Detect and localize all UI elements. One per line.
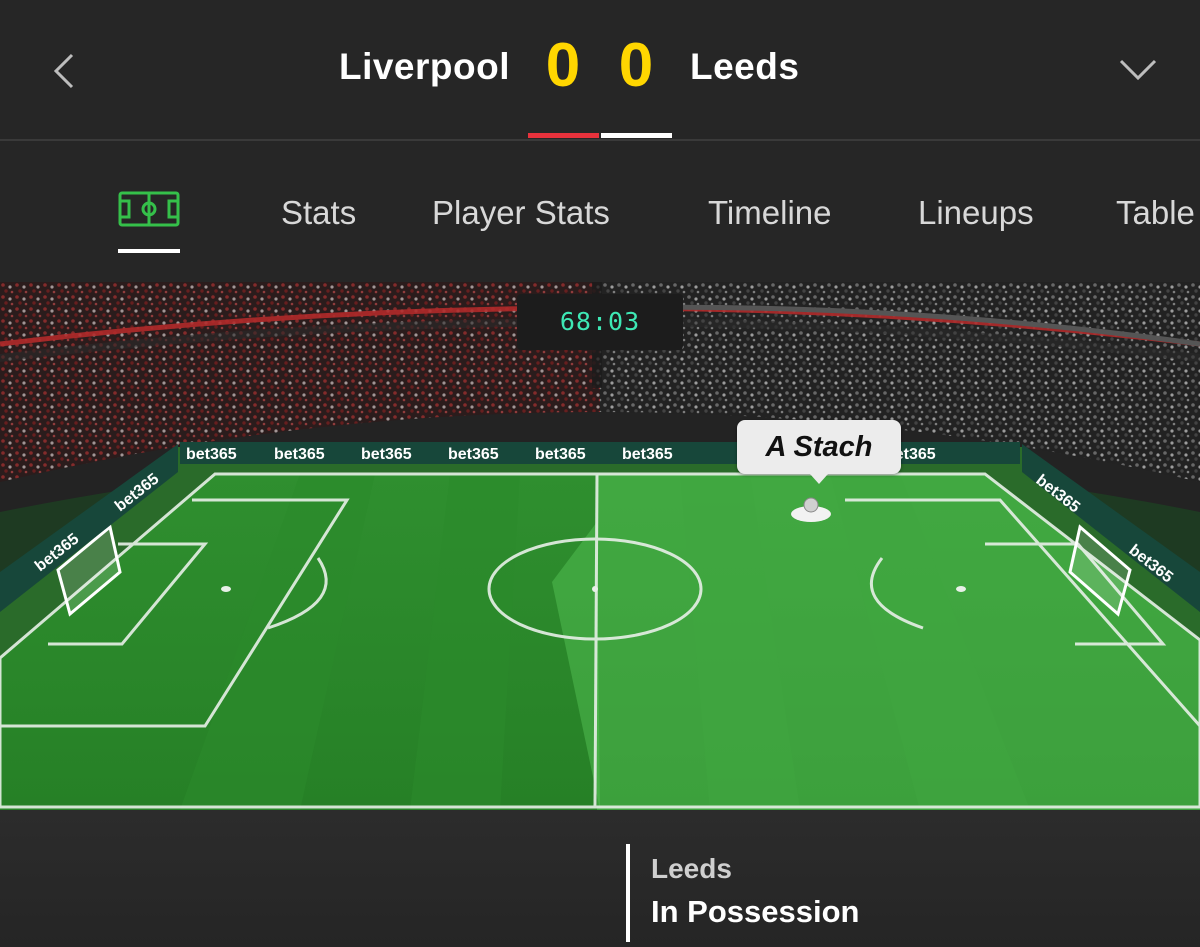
home-team-color-bar	[528, 133, 599, 138]
tab-table[interactable]: Table	[1116, 194, 1195, 232]
tab-pitch[interactable]	[118, 191, 184, 253]
home-team-name: Liverpool	[338, 46, 510, 87]
away-score: 0	[618, 31, 654, 100]
away-team-color-bar	[601, 133, 672, 138]
sponsor-board: bet365	[186, 446, 237, 463]
expand-button[interactable]	[1112, 48, 1164, 92]
sponsor-board: bet365	[274, 446, 325, 463]
sponsor-board: bet365	[535, 446, 586, 463]
possession-team: Leeds	[651, 853, 732, 884]
possession-status: In Possession	[651, 894, 860, 929]
possession-indicator-line	[626, 844, 630, 942]
back-button[interactable]	[40, 45, 90, 95]
sponsor-board: bet365	[448, 446, 499, 463]
home-score: 0	[545, 31, 581, 100]
advertising-boards: bet365 bet365 bet365 bet365 bet365 bet36…	[0, 442, 1200, 612]
sponsor-board: bet365	[622, 446, 673, 463]
possession-panel: Leeds In Possession	[0, 810, 1200, 947]
tab-stats[interactable]: Stats	[281, 194, 356, 232]
tab-player-stats[interactable]: Player Stats	[432, 194, 610, 232]
chevron-down-icon	[1119, 59, 1157, 81]
tab-timeline[interactable]: Timeline	[708, 194, 831, 232]
chevron-left-icon	[53, 53, 74, 89]
player-name-tooltip: A Stach	[737, 420, 901, 484]
away-team-name: Leeds	[690, 46, 800, 87]
tab-lineups[interactable]: Lineups	[918, 194, 1034, 232]
active-tab-indicator	[118, 249, 180, 253]
tab-bar: Stats Player Stats Timeline Lineups Tabl…	[0, 141, 1200, 282]
sponsor-board: bet365	[361, 446, 412, 463]
match-clock: 68:03	[517, 294, 683, 350]
match-header: Liverpool 0 0 Leeds	[0, 0, 1200, 140]
pitch-icon	[118, 191, 180, 227]
match-visualization: bet365 bet365 bet365 bet365 bet365 bet36…	[0, 282, 1200, 810]
